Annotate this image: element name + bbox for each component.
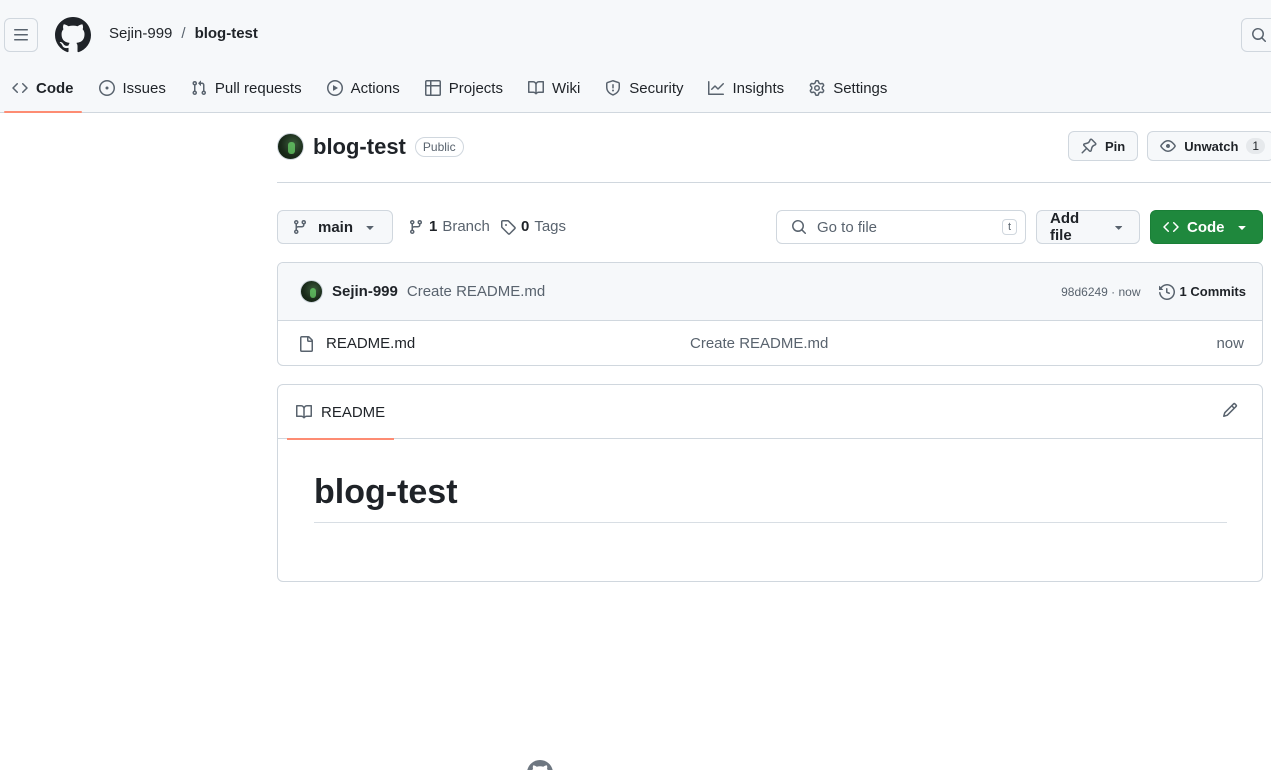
eye-icon (1160, 140, 1177, 152)
tab-insights[interactable]: Insights (700, 70, 792, 106)
commit-hash-time[interactable]: 98d6249 · now (1061, 285, 1140, 299)
play-icon (326, 80, 343, 96)
tab-label: Code (36, 79, 74, 97)
branches-link[interactable]: 1 Branch (408, 218, 490, 235)
add-file-button[interactable]: Add file (1036, 210, 1140, 244)
tab-projects[interactable]: Projects (417, 70, 511, 106)
pin-label: Pin (1105, 138, 1126, 154)
shortcut-hint: t (1001, 219, 1017, 235)
repo-title: blog-test Public (277, 133, 464, 160)
breadcrumb-separator: / (181, 25, 186, 42)
branch-count: 1 (429, 218, 438, 235)
branch-icon (293, 220, 306, 235)
readme-heading: blog-test (314, 473, 1227, 523)
pin-icon (1081, 138, 1097, 154)
caret-down-icon (1238, 226, 1246, 230)
pull-request-icon (192, 80, 206, 96)
tab-label: Security (629, 79, 684, 97)
watch-count: 1 (1246, 138, 1266, 154)
tab-wiki[interactable]: Wiki (520, 70, 588, 106)
tab-label: Projects (448, 79, 503, 97)
github-mark-icon[interactable] (55, 17, 91, 53)
branch-selector[interactable]: main (277, 210, 393, 244)
commits-link[interactable]: 1 Commits (1158, 283, 1246, 300)
breadcrumb: Sejin-999 / blog-test (109, 25, 258, 42)
file-age: now (1216, 335, 1244, 352)
search-button[interactable] (1241, 18, 1271, 52)
hamburger-icon (14, 29, 28, 41)
code-label: Code (1187, 218, 1225, 236)
latest-commit-row: Sejin-999 Create README.md 98d6249 · now… (278, 263, 1262, 321)
tab-label: Issues (122, 79, 166, 97)
commit-message[interactable]: Create README.md (407, 283, 545, 300)
repo-nav: Code Issues Pull requests Actions Projec… (4, 70, 904, 113)
shield-icon (606, 80, 621, 96)
file-icon (300, 335, 313, 352)
file-name[interactable]: README.md (326, 335, 690, 352)
repo-link[interactable]: blog-test (195, 25, 258, 42)
readme-tab-label: README (321, 403, 386, 421)
branch-icon (409, 219, 422, 234)
commit-count: 1 Commits (1179, 284, 1246, 299)
commit-meta: 98d6249 · now 1 Commits (1061, 283, 1246, 300)
branch-name: main (318, 218, 354, 236)
readme-panel: README blog-test (277, 384, 1263, 582)
code-button[interactable]: Code (1150, 210, 1263, 244)
unwatch-button[interactable]: Unwatch 1 (1147, 131, 1271, 161)
book-icon (527, 80, 544, 95)
caret-down-icon (1114, 226, 1122, 230)
repo-actions: Pin Unwatch 1 (1068, 131, 1271, 161)
tags-link[interactable]: 0 Tags (500, 218, 566, 235)
tab-settings[interactable]: Settings (801, 70, 895, 106)
tab-label: Settings (833, 79, 888, 97)
pencil-icon[interactable] (1222, 402, 1238, 418)
tag-icon (501, 219, 516, 235)
file-table: Sejin-999 Create README.md 98d6249 · now… (277, 262, 1263, 366)
add-file-label: Add file (1050, 210, 1080, 244)
menu-button[interactable] (4, 18, 38, 52)
repo-name[interactable]: blog-test (313, 134, 406, 160)
table-icon (424, 80, 441, 96)
commit-author[interactable]: Sejin-999 (332, 283, 398, 300)
visibility-badge: Public (414, 136, 464, 157)
tag-count: 0 (521, 218, 530, 235)
tab-label: Pull requests (214, 79, 302, 97)
tab-pull-requests[interactable]: Pull requests (183, 70, 310, 106)
pin-button[interactable]: Pin (1068, 131, 1139, 161)
issue-icon (98, 80, 115, 96)
tab-label: Actions (350, 79, 400, 97)
github-mark-icon[interactable] (527, 760, 553, 770)
code-icon (1163, 221, 1179, 233)
table-row: README.md Create README.md now (278, 321, 1262, 365)
divider (277, 182, 1271, 183)
book-icon (296, 404, 312, 419)
caret-down-icon (366, 226, 374, 230)
gear-icon (809, 80, 825, 96)
file-commit-message[interactable]: Create README.md (690, 335, 828, 352)
branch-label: Branch (442, 218, 490, 235)
tab-security[interactable]: Security (597, 70, 691, 106)
tag-label: Tags (534, 218, 567, 235)
commit-author-avatar[interactable] (300, 280, 323, 303)
readme-header: README (278, 385, 1262, 440)
go-to-file-placeholder: Go to file (817, 218, 878, 236)
owner-link[interactable]: Sejin-999 (109, 25, 172, 42)
owner-avatar[interactable] (277, 133, 304, 160)
tab-label: Insights (732, 79, 785, 97)
app-header: Sejin-999 / blog-test Code Issues Pull r… (0, 0, 1271, 113)
graph-icon (708, 81, 725, 95)
unwatch-label: Unwatch (1184, 138, 1239, 154)
tab-label: Wiki (551, 79, 581, 97)
tab-code[interactable]: Code (4, 70, 82, 113)
search-icon (792, 220, 807, 235)
go-to-file-input[interactable]: Go to file t (776, 210, 1026, 244)
tab-issues[interactable]: Issues (91, 70, 174, 106)
search-icon (1252, 28, 1267, 43)
history-icon (1158, 283, 1175, 300)
code-icon (12, 82, 28, 94)
tab-readme[interactable]: README (287, 385, 395, 440)
tab-actions[interactable]: Actions (319, 70, 408, 106)
